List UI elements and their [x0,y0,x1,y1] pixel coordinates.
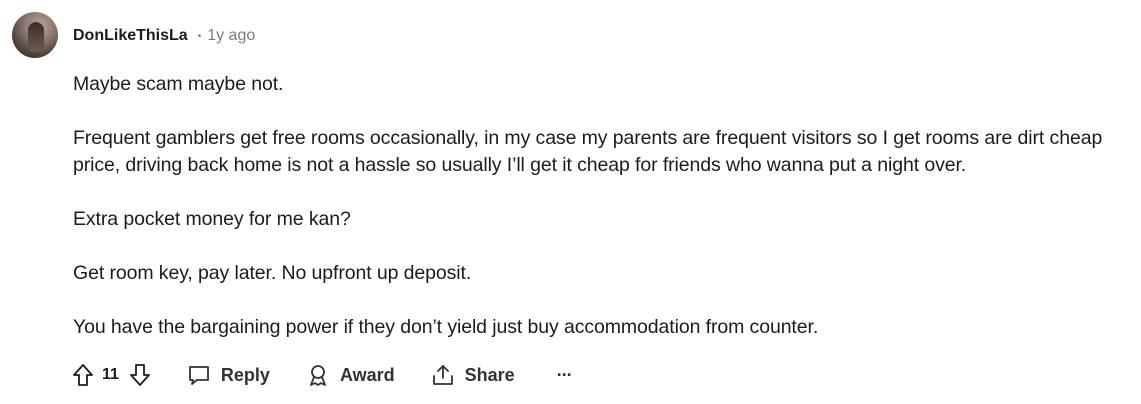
comment-paragraph: Maybe scam maybe not. [73,73,284,95]
comment-card: DonLikeThisLa • 1y ago Maybe scam maybe … [0,0,1141,404]
award-button[interactable]: Award [306,363,395,387]
comment-paragraph: You have the bargaining power if they do… [73,316,819,338]
comment-action-bar: 11 Reply Award Share ··· [72,360,573,390]
avatar-figure [28,22,44,52]
share-upload-icon [431,363,455,387]
reply-label: Reply [220,364,270,385]
comment-paragraph: Get room key, pay later. No upfront up d… [73,262,472,284]
vote-control: 11 [72,363,151,387]
speech-bubble-icon [187,363,211,387]
upvote-arrow-icon[interactable] [72,363,94,387]
comment-paragraph: Frequent gamblers get free rooms occasio… [73,127,1103,176]
share-button[interactable]: Share [431,363,515,387]
comment-body: Maybe scam maybe not. Frequent gamblers … [73,71,1133,368]
award-ribbon-icon [306,363,330,387]
meta-separator: • [197,30,202,42]
comment-paragraph: Extra pocket money for me kan? [73,208,351,230]
award-label: Award [339,364,395,385]
more-options-button[interactable]: ··· [557,365,573,386]
downvote-arrow-icon[interactable] [129,363,151,387]
comment-header: DonLikeThisLa • 1y ago [73,24,255,48]
avatar[interactable] [12,12,58,58]
comment-timestamp[interactable]: 1y ago [207,27,255,45]
share-label: Share [464,364,515,385]
vote-score: 11 [102,366,119,383]
author-username[interactable]: DonLikeThisLa [73,27,188,45]
reply-button[interactable]: Reply [187,363,270,387]
